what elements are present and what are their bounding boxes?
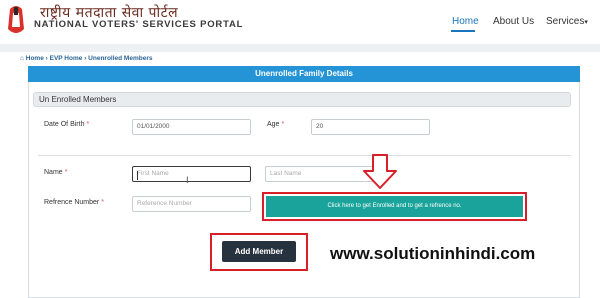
nav-about-link[interactable]: About Us [493,16,534,27]
voter-ink-finger-logo-icon[interactable] [4,3,28,37]
reference-number-input[interactable]: Reference Number [132,196,251,212]
nav-services-label: Services [546,16,585,27]
get-enrolled-button[interactable]: Click here to get Enrolled and to get a … [266,196,523,217]
age-input[interactable]: 20 [311,119,430,135]
breadcrumb-current: Unenrolled Members [88,55,153,62]
reference-label-text: Refrence Number [44,199,100,206]
nav-active-indicator [451,30,475,32]
first-name-input[interactable]: First Name [132,166,251,182]
header-divider [0,44,600,52]
nav-services-dropdown[interactable]: Services▾ [546,16,588,27]
name-label: Name * [44,169,67,176]
age-label: Age * [267,121,284,128]
logo-english-text: NATIONAL VOTERS' SERVICES PORTAL [34,19,244,30]
breadcrumb-separator: › [84,55,87,62]
breadcrumb-home[interactable]: Home [26,55,44,62]
panel-title: Unenrolled Family Details [28,66,580,82]
age-label-text: Age [267,121,280,128]
watermark-text: www.solutioninhindi.com [330,244,536,263]
reference-label: Refrence Number * [44,199,104,206]
site-header: राष्ट्रीय मतदाता सेवा पोर्टल NATIONAL VO… [0,0,600,44]
breadcrumb: ⌂ Home › EVP Home › Unenrolled Members [20,55,152,62]
red-arrow-down-icon [363,154,397,189]
dob-label: Date Of Birth * [44,121,89,128]
form-divider [38,155,571,156]
chevron-down-icon: ▾ [584,19,588,26]
home-icon[interactable]: ⌂ [20,55,24,62]
required-mark: * [64,169,68,176]
dob-label-text: Date Of Birth [44,121,85,128]
required-mark: * [281,121,285,128]
required-mark: * [86,121,90,128]
ibeam-cursor-icon: I [186,176,189,186]
section-title: Un Enrolled Members [33,92,571,107]
dob-input[interactable]: 01/01/2000 [132,119,251,135]
required-mark: * [101,199,104,206]
breadcrumb-separator: › [45,55,48,62]
text-cursor [137,171,138,180]
name-label-text: Name [44,169,63,176]
add-member-button[interactable]: Add Member [222,241,296,262]
nav-home-link[interactable]: Home [452,16,479,27]
breadcrumb-evp-home[interactable]: EVP Home [50,55,83,62]
